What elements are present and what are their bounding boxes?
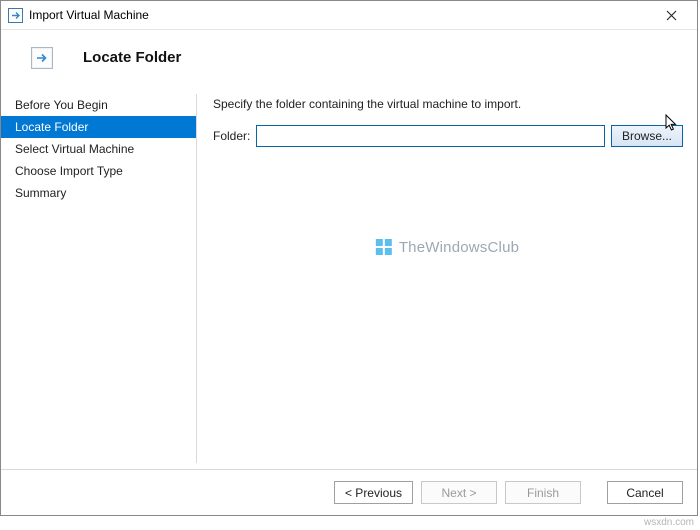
folder-label: Folder: <box>213 129 250 143</box>
step-locate-folder[interactable]: Locate Folder <box>1 116 196 138</box>
window-title: Import Virtual Machine <box>29 8 649 22</box>
browse-button[interactable]: Browse... <box>611 125 683 147</box>
folder-input[interactable] <box>256 125 605 147</box>
close-icon <box>666 10 677 21</box>
previous-button[interactable]: < Previous <box>334 481 413 504</box>
cancel-button[interactable]: Cancel <box>607 481 683 504</box>
titlebar: Import Virtual Machine <box>1 1 697 30</box>
folder-row: Folder: Browse... <box>213 125 683 147</box>
wizard-footer: < Previous Next > Finish Cancel <box>1 469 697 515</box>
instruction-text: Specify the folder containing the virtua… <box>213 97 683 111</box>
watermark: TheWindowsClub <box>375 238 519 256</box>
step-summary[interactable]: Summary <box>1 182 196 204</box>
close-button[interactable] <box>649 1 693 29</box>
step-before-you-begin[interactable]: Before You Begin <box>1 94 196 116</box>
wizard-header: Locate Folder <box>1 30 697 86</box>
attribution-text: wsxdn.com <box>644 517 694 528</box>
import-vm-wizard-window: Import Virtual Machine Locate Folder Bef… <box>0 0 698 516</box>
page-title: Locate Folder <box>83 49 181 66</box>
watermark-logo-icon <box>375 238 393 256</box>
import-icon <box>31 47 53 69</box>
step-choose-import-type[interactable]: Choose Import Type <box>1 160 196 182</box>
finish-button[interactable]: Finish <box>505 481 581 504</box>
wizard-body: Before You Begin Locate Folder Select Vi… <box>1 86 697 469</box>
watermark-text: TheWindowsClub <box>399 239 519 256</box>
wizard-content: Specify the folder containing the virtua… <box>197 86 697 469</box>
wizard-steps-sidebar: Before You Begin Locate Folder Select Vi… <box>1 86 196 469</box>
app-icon <box>7 7 23 23</box>
next-button[interactable]: Next > <box>421 481 497 504</box>
step-select-virtual-machine[interactable]: Select Virtual Machine <box>1 138 196 160</box>
